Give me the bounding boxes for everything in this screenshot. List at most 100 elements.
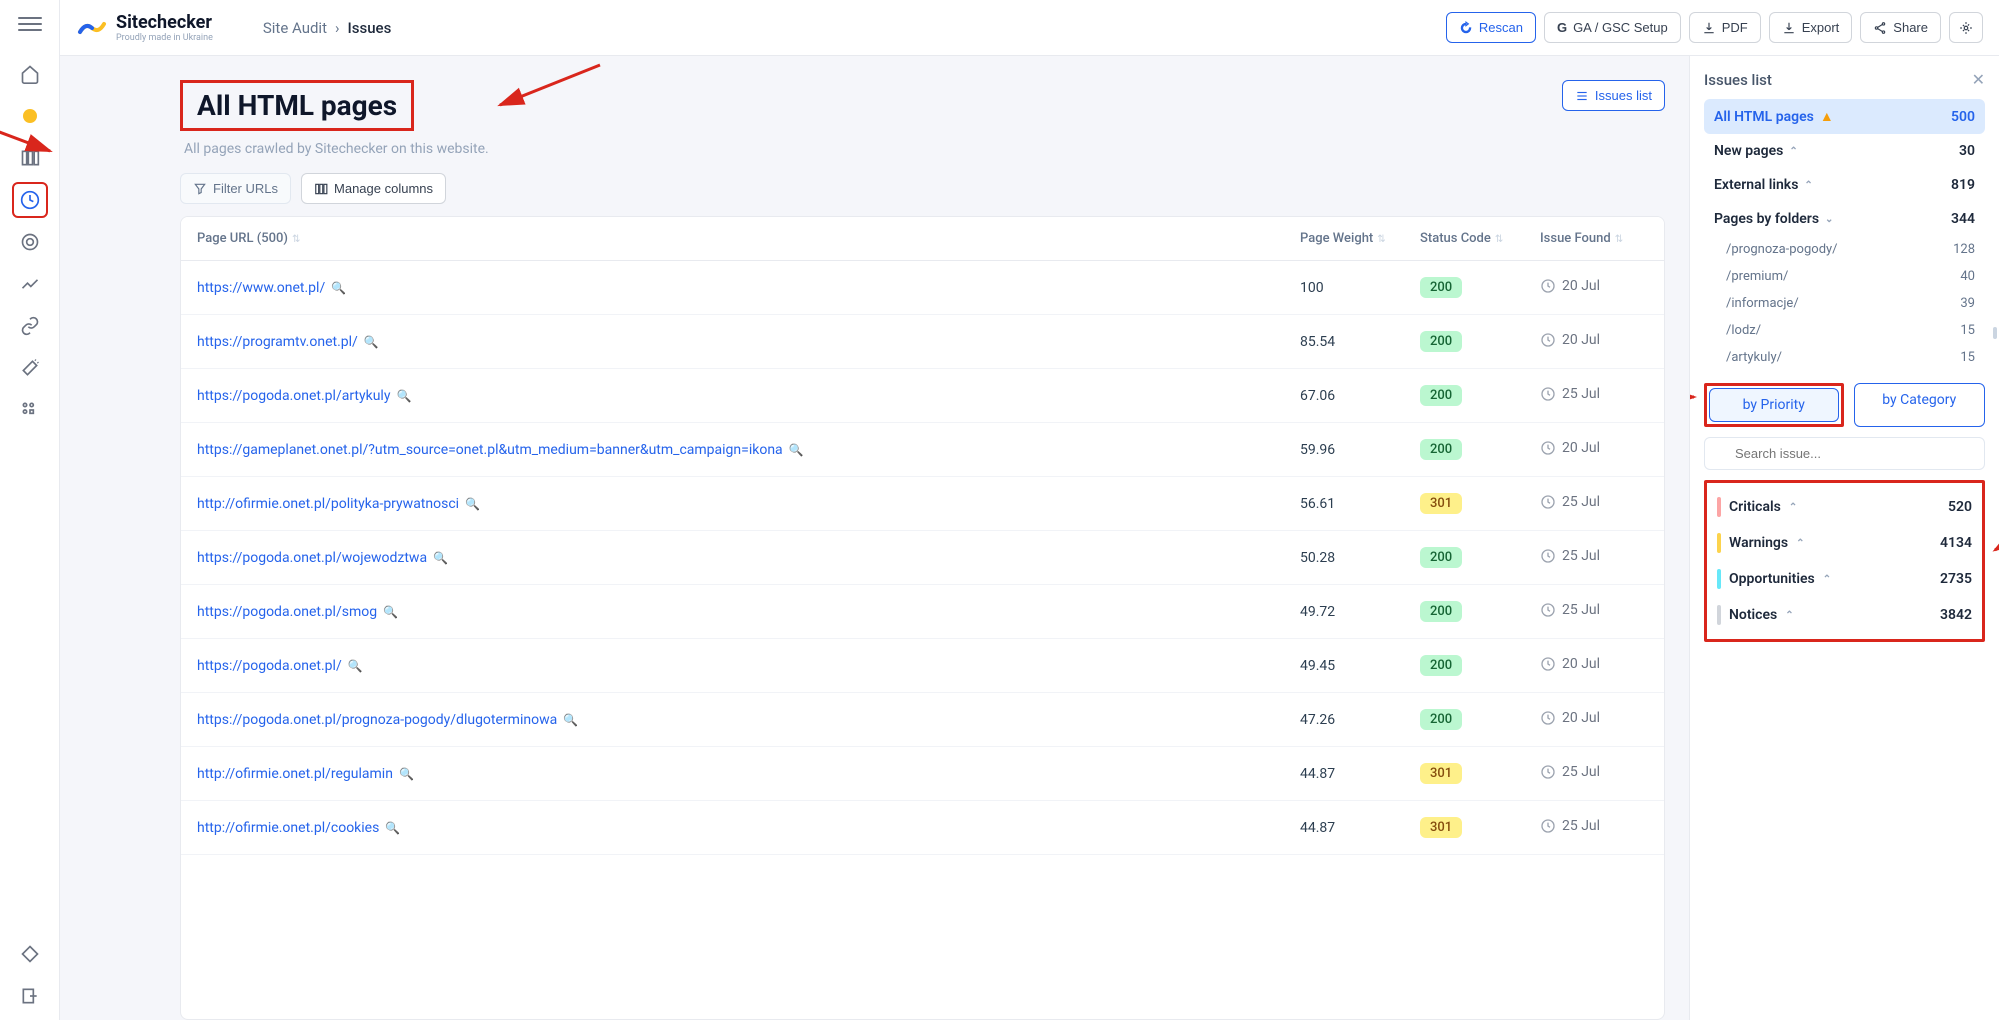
rescan-button[interactable]: Rescan: [1446, 12, 1536, 43]
status-cell: 301: [1404, 801, 1524, 855]
priority-row[interactable]: Warnings⌃4134: [1711, 525, 1978, 561]
priority-row[interactable]: Opportunities⌃2735: [1711, 561, 1978, 597]
magnify-icon[interactable]: 🔍: [789, 443, 804, 457]
url-cell[interactable]: https://pogoda.onet.pl/wojewodztwa🔍: [181, 531, 1284, 585]
nav-columns-icon[interactable]: [12, 140, 48, 176]
magnify-icon[interactable]: 🔍: [385, 821, 400, 835]
weight-cell: 67.06: [1284, 369, 1404, 423]
magnify-icon[interactable]: 🔍: [331, 281, 346, 295]
url-cell[interactable]: https://pogoda.onet.pl/smog🔍: [181, 585, 1284, 639]
nav-dot-icon[interactable]: [12, 98, 48, 134]
folder-item[interactable]: /lodz/15: [1704, 317, 1985, 344]
table-row[interactable]: https://pogoda.onet.pl/prognoza-pogody/d…: [181, 693, 1664, 747]
table-row[interactable]: http://ofirmie.onet.pl/cookies🔍44.873012…: [181, 801, 1664, 855]
col-status-header[interactable]: Status Code⇅: [1404, 217, 1524, 261]
pdf-button[interactable]: PDF: [1689, 12, 1761, 43]
table-row[interactable]: https://programtv.onet.pl/🔍85.5420020 Ju…: [181, 315, 1664, 369]
table-row[interactable]: https://pogoda.onet.pl/smog🔍49.7220025 J…: [181, 585, 1664, 639]
nav-speed-icon[interactable]: [12, 182, 48, 218]
weight-cell: 50.28: [1284, 531, 1404, 585]
url-cell[interactable]: https://pogoda.onet.pl/prognoza-pogody/d…: [181, 693, 1284, 747]
nav-target-icon[interactable]: [12, 224, 48, 260]
logo[interactable]: Sitechecker Proudly made in Ukraine: [76, 12, 213, 43]
close-icon[interactable]: ✕: [1972, 70, 1985, 89]
table-row[interactable]: https://www.onet.pl/🔍10020020 Jul: [181, 261, 1664, 315]
magnify-icon[interactable]: 🔍: [563, 713, 578, 727]
magnify-icon[interactable]: 🔍: [399, 767, 414, 781]
date-cell: 25 Jul: [1524, 585, 1664, 639]
status-cell: 200: [1404, 585, 1524, 639]
col-weight-header[interactable]: Page Weight⇅: [1284, 217, 1404, 261]
issues-list-button[interactable]: Issues list: [1562, 80, 1665, 111]
col-issue-header[interactable]: Issue Found⇅: [1524, 217, 1664, 261]
folder-item[interactable]: /premium/40: [1704, 263, 1985, 290]
share-button[interactable]: Share: [1860, 12, 1941, 43]
stat-new-pages[interactable]: New pages⌃ 30: [1704, 134, 1985, 168]
export-button[interactable]: Export: [1769, 12, 1853, 43]
breadcrumb-parent[interactable]: Site Audit: [263, 19, 327, 37]
table-row[interactable]: https://gameplanet.onet.pl/?utm_source=o…: [181, 423, 1664, 477]
magnify-icon[interactable]: 🔍: [348, 659, 363, 673]
nav-logout-icon[interactable]: [12, 978, 48, 1014]
date-cell: 25 Jul: [1524, 369, 1664, 423]
status-cell: 200: [1404, 423, 1524, 477]
url-cell[interactable]: https://www.onet.pl/🔍: [181, 261, 1284, 315]
table-row[interactable]: http://ofirmie.onet.pl/regulamin🔍44.8730…: [181, 747, 1664, 801]
url-cell[interactable]: https://pogoda.onet.pl/🔍: [181, 639, 1284, 693]
chevron-up-icon: ⌃: [1789, 502, 1797, 513]
status-cell: 200: [1404, 531, 1524, 585]
url-cell[interactable]: https://programtv.onet.pl/🔍: [181, 315, 1284, 369]
magnify-icon[interactable]: 🔍: [433, 551, 448, 565]
stat-all-html[interactable]: All HTML pages▲ 500: [1704, 99, 1985, 134]
issues-panel-title: Issues list: [1704, 71, 1772, 89]
magnify-icon[interactable]: 🔍: [465, 497, 480, 511]
status-cell: 200: [1404, 639, 1524, 693]
search-issue-input[interactable]: [1704, 437, 1985, 470]
page-subtitle: All pages crawled by Sitechecker on this…: [184, 141, 489, 157]
table-row[interactable]: https://pogoda.onet.pl/🔍49.4520020 Jul: [181, 639, 1664, 693]
settings-button[interactable]: [1949, 12, 1983, 43]
url-cell[interactable]: http://ofirmie.onet.pl/cookies🔍: [181, 801, 1284, 855]
status-cell: 200: [1404, 693, 1524, 747]
stat-external-links[interactable]: External links⌃ 819: [1704, 168, 1985, 202]
priority-row[interactable]: Notices⌃3842: [1711, 597, 1978, 633]
toggle-by-priority[interactable]: by Priority: [1709, 388, 1839, 422]
folder-item[interactable]: /prognoza-pogody/128: [1704, 236, 1985, 263]
toggle-by-category[interactable]: by Category: [1854, 383, 1986, 427]
nav-trend-icon[interactable]: [12, 266, 48, 302]
magnify-icon[interactable]: 🔍: [364, 335, 379, 349]
url-cell[interactable]: http://ofirmie.onet.pl/regulamin🔍: [181, 747, 1284, 801]
status-cell: 301: [1404, 747, 1524, 801]
stat-by-folders[interactable]: Pages by folders⌄ 344: [1704, 202, 1985, 236]
nav-apps-icon[interactable]: [12, 392, 48, 428]
scrollbar-thumb[interactable]: [1993, 327, 1997, 339]
breadcrumb: Site Audit › Issues: [263, 19, 391, 37]
chevron-up-icon: ⌃: [1785, 610, 1793, 621]
table-row[interactable]: https://pogoda.onet.pl/artykuly🔍67.06200…: [181, 369, 1664, 423]
nav-diamond-icon[interactable]: [12, 936, 48, 972]
filter-urls-button[interactable]: Filter URLs: [180, 173, 291, 204]
priority-row[interactable]: Criticals⌃520: [1711, 489, 1978, 525]
center-pane: All HTML pages All pages crawled by Site…: [60, 56, 1689, 1020]
table-row[interactable]: http://ofirmie.onet.pl/polityka-prywatno…: [181, 477, 1664, 531]
ga-gsc-button[interactable]: GGA / GSC Setup: [1544, 12, 1681, 43]
folder-item[interactable]: /artykuly/15: [1704, 344, 1985, 371]
logo-subtitle: Proudly made in Ukraine: [116, 33, 213, 43]
url-cell[interactable]: https://gameplanet.onet.pl/?utm_source=o…: [181, 423, 1284, 477]
weight-cell: 59.96: [1284, 423, 1404, 477]
hamburger-menu-icon[interactable]: [18, 12, 42, 36]
nav-link-icon[interactable]: [12, 308, 48, 344]
url-cell[interactable]: https://pogoda.onet.pl/artykuly🔍: [181, 369, 1284, 423]
folder-item[interactable]: /informacje/39: [1704, 290, 1985, 317]
magnify-icon[interactable]: 🔍: [383, 605, 398, 619]
table-row[interactable]: https://pogoda.onet.pl/wojewodztwa🔍50.28…: [181, 531, 1664, 585]
date-cell: 20 Jul: [1524, 693, 1664, 747]
warning-triangle-icon: ▲: [1820, 108, 1834, 125]
manage-columns-button[interactable]: Manage columns: [301, 173, 446, 204]
chevron-up-icon: ⌃: [1789, 146, 1797, 157]
nav-home-icon[interactable]: [12, 56, 48, 92]
col-url-header[interactable]: Page URL (500)⇅: [181, 217, 1284, 261]
url-cell[interactable]: http://ofirmie.onet.pl/polityka-prywatno…: [181, 477, 1284, 531]
magnify-icon[interactable]: 🔍: [396, 389, 411, 403]
nav-magic-icon[interactable]: [12, 350, 48, 386]
